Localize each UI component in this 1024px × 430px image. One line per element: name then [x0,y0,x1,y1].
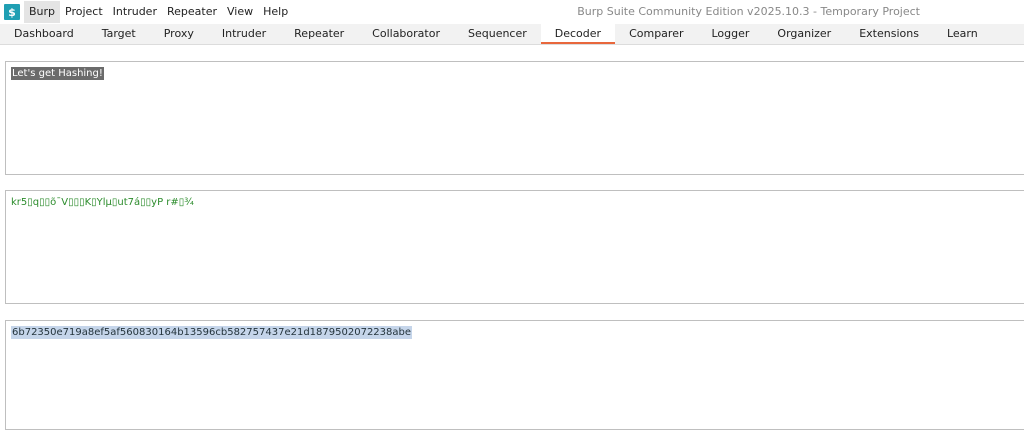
decoder-hash-output-panel[interactable]: kr5▯q▯▯õ¯V▯▯▯K▯Ylµ▯ut7á▯▯yP r#▯¾ [5,190,1024,304]
tab-collaborator[interactable]: Collaborator [358,24,454,44]
menu-repeater[interactable]: Repeater [162,1,222,23]
tab-logger[interactable]: Logger [697,24,763,44]
decoder-input-panel[interactable]: Let's get Hashing! [5,61,1024,175]
tab-sequencer[interactable]: Sequencer [454,24,541,44]
decoder-input-text[interactable]: Let's get Hashing! [11,67,104,80]
tab-repeater[interactable]: Repeater [280,24,358,44]
menu-bar: $ Burp Project Intruder Repeater View He… [0,0,1024,24]
tab-comparer[interactable]: Comparer [615,24,697,44]
decoder-hex-output-panel[interactable]: 6b72350e719a8ef5af560830164b13596cb58275… [5,320,1024,430]
window-title: Burp Suite Community Edition v2025.10.3 … [577,5,920,18]
menu-view[interactable]: View [222,1,258,23]
tab-proxy[interactable]: Proxy [150,24,208,44]
burp-logo-icon: $ [4,4,20,20]
menu-project[interactable]: Project [60,1,108,23]
decoder-hex-output-text[interactable]: 6b72350e719a8ef5af560830164b13596cb58275… [11,326,413,339]
menu-burp[interactable]: Burp [24,1,61,23]
menu-intruder[interactable]: Intruder [108,1,162,23]
tab-target[interactable]: Target [88,24,150,44]
tab-decoder[interactable]: Decoder [540,24,616,44]
tab-dashboard[interactable]: Dashboard [0,24,88,44]
decoder-hash-output-text[interactable]: kr5▯q▯▯õ¯V▯▯▯K▯Ylµ▯ut7á▯▯yP r#▯¾ [11,197,194,208]
main-tab-bar: Dashboard Target Proxy Intruder Repeater… [0,24,1024,45]
tab-extensions[interactable]: Extensions [845,24,933,44]
tab-intruder[interactable]: Intruder [208,24,280,44]
menu-help[interactable]: Help [258,1,293,23]
tab-organizer[interactable]: Organizer [763,24,845,44]
tab-learn[interactable]: Learn [933,24,992,44]
